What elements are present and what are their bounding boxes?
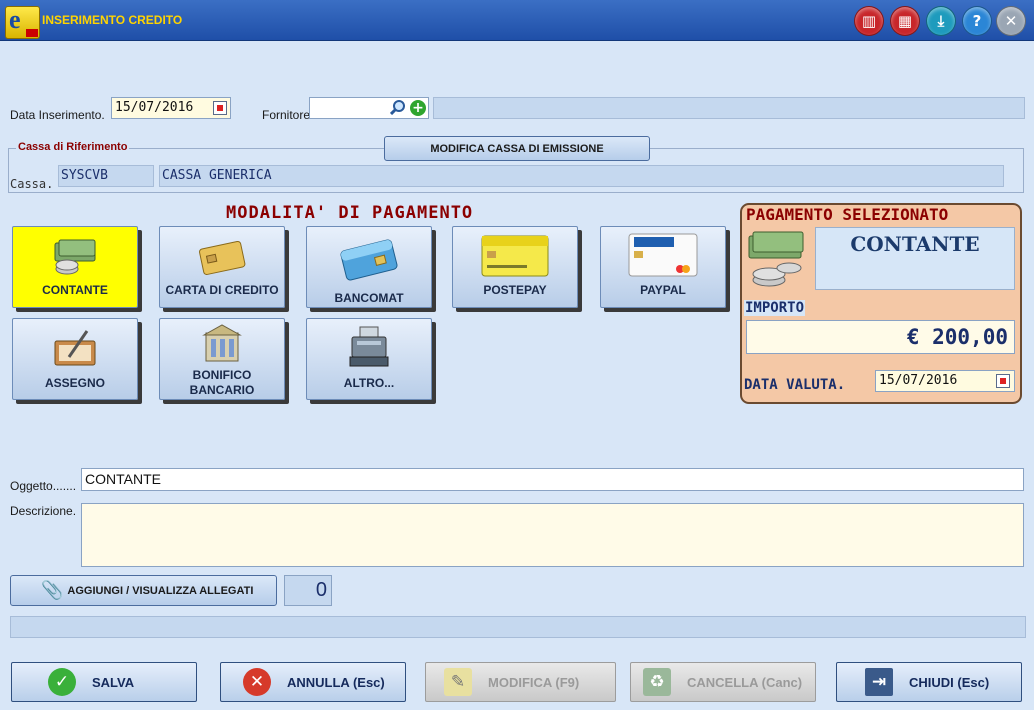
selected-method-value: CONTANTE (850, 232, 980, 256)
modifica-button[interactable]: ✎ MODIFICA (F9) (425, 662, 616, 702)
pay-contante-label: CONTANTE (42, 283, 108, 297)
annulla-label: ANNULLA (Esc) (287, 674, 385, 690)
cash-icon (51, 237, 99, 282)
fornitore-label: Fornitore (262, 108, 311, 122)
pay-bonifico-label: BONIFICO (192, 368, 252, 382)
books-icon[interactable]: ▥ (854, 6, 884, 36)
cassa-name: CASSA GENERICA (159, 165, 1004, 187)
salva-button[interactable]: ✓ SALVA (11, 662, 197, 702)
fornitore-name-field (433, 97, 1025, 119)
bank-icon (200, 323, 244, 370)
pay-contante-button[interactable]: CONTANTE (12, 226, 138, 308)
exit-door-icon: ⇥ (865, 668, 893, 696)
pay-altro-button[interactable]: ALTRO... (306, 318, 432, 400)
allegati-button[interactable]: 📎 AGGIUNGI / VISUALIZZA ALLEGATI (10, 575, 277, 606)
pay-assegno-label: ASSEGNO (44, 376, 105, 390)
cash-register-icon (346, 325, 392, 374)
check-icon: ✓ (48, 668, 76, 696)
pay-carta-di-credito-button[interactable]: CARTA DI CREDITO (159, 226, 285, 308)
data-valuta-field[interactable]: 15/07/2016 (875, 370, 1015, 392)
pay-bancomat-label: BANCOMAT (334, 291, 404, 305)
cancel-x-icon: ✕ (243, 668, 271, 696)
calendar-icon[interactable] (213, 101, 227, 115)
edit-notepad-icon: ✎ (444, 668, 472, 696)
data-valuta-value: 15/07/2016 (879, 373, 958, 388)
paperclip-icon: 📎 (41, 580, 64, 601)
cheque-icon (51, 327, 99, 376)
pay-bonifico-bancario-button[interactable]: BONIFICO BANCARIO (159, 318, 285, 400)
app-logo: e (5, 5, 40, 39)
importo-label: IMPORTO (744, 300, 806, 316)
pay-carta-di-credito-label: CARTA DI CREDITO (165, 283, 279, 297)
selected-cash-icon (745, 230, 807, 295)
descrizione-label: Descrizione. (10, 504, 77, 518)
salva-label: SALVA (92, 674, 135, 690)
data-valuta-calendar-icon[interactable] (996, 374, 1010, 388)
calculator-icon[interactable]: ▦ (890, 6, 920, 36)
importo-value: € 200,00 (906, 325, 1008, 349)
bancomat-card-icon (337, 237, 401, 288)
credit-card-icon (197, 239, 247, 280)
pay-assegno-button[interactable]: ASSEGNO (12, 318, 138, 400)
postepay-card-icon (481, 235, 549, 282)
pay-postepay-button[interactable]: POSTEPAY (452, 226, 578, 308)
add-icon[interactable]: + (410, 100, 426, 116)
modifica-cassa-button[interactable]: MODIFICA CASSA DI EMISSIONE (384, 136, 650, 161)
cancella-button[interactable]: ♻ CANCELLA (Canc) (630, 662, 816, 702)
pay-bancomat-button[interactable]: BANCOMAT (306, 226, 432, 308)
trash-icon: ♻ (643, 668, 671, 696)
pay-altro-label: ALTRO... (343, 376, 395, 390)
close-icon[interactable]: ✕ (996, 6, 1026, 36)
search-icon[interactable] (389, 99, 406, 116)
pay-paypal-label: PAYPAL (640, 283, 686, 297)
help-icon[interactable]: ? (962, 6, 992, 36)
chiudi-button[interactable]: ⇥ CHIUDI (Esc) (836, 662, 1022, 702)
window-title: INSERIMENTO CREDITO (42, 13, 183, 27)
pay-bancario-label: BANCARIO (189, 383, 255, 397)
selected-method-box: CONTANTE (815, 227, 1015, 290)
allegati-count: 0 (284, 575, 332, 606)
selected-payment-title: PAGAMENTO SELEZIONATO (746, 205, 949, 224)
data-inserimento-value: 15/07/2016 (115, 100, 194, 115)
pay-postepay-label: POSTEPAY (483, 283, 547, 297)
annulla-button[interactable]: ✕ ANNULLA (Esc) (220, 662, 406, 702)
data-inserimento-label: Data Inserimento. (10, 108, 105, 122)
data-valuta-label: DATA VALUTA. (744, 377, 846, 393)
oggetto-value: CONTANTE (85, 471, 161, 487)
cassa-label: Cassa. (10, 177, 54, 191)
oggetto-label: Oggetto....... (10, 479, 77, 493)
allegati-label: AGGIUNGI / VISUALIZZA ALLEGATI (67, 584, 254, 597)
download-icon[interactable]: ⤓ (926, 6, 956, 36)
paypal-card-icon (628, 233, 698, 282)
oggetto-field[interactable]: CONTANTE (81, 468, 1024, 491)
status-bar (10, 616, 1026, 638)
cancella-label: CANCELLA (Canc) (687, 674, 803, 690)
importo-field[interactable]: € 200,00 (746, 320, 1015, 354)
cassa-legend: Cassa di Riferimento (16, 141, 130, 153)
descrizione-field[interactable] (81, 503, 1024, 567)
chiudi-label: CHIUDI (Esc) (909, 674, 990, 690)
cassa-code: SYSCVB (58, 165, 154, 187)
modifica-label: MODIFICA (F9) (488, 674, 580, 690)
pay-paypal-button[interactable]: PAYPAL (600, 226, 726, 308)
payment-methods-title: MODALITA' DI PAGAMENTO (226, 203, 474, 223)
